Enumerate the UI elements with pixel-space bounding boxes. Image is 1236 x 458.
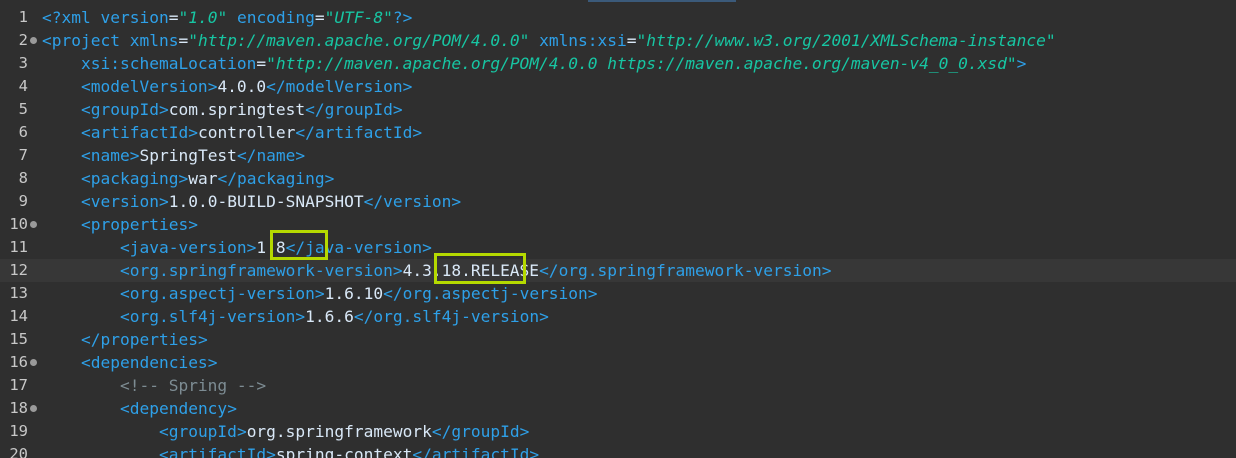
code-text: <java-version>1.8</java-version> [119, 238, 432, 257]
code-text: <packaging>war</packaging> [80, 169, 335, 188]
code-line[interactable]: 20 <artifactId>spring-context</artifactI… [0, 443, 1236, 458]
fold-toggle-icon[interactable] [30, 221, 37, 228]
line-number: 16 [9, 353, 28, 371]
code-line[interactable]: 3 xsi:schemaLocation="http://maven.apach… [0, 52, 1236, 75]
line-number: 4 [18, 77, 28, 95]
code-line[interactable]: 11 <java-version>1.8</java-version> [0, 236, 1236, 259]
code-line[interactable]: 17 <!-- Spring --> [0, 374, 1236, 397]
line-number: 8 [18, 169, 28, 187]
code-line[interactable]: 16 <dependencies> [0, 351, 1236, 374]
line-number: 17 [9, 376, 28, 394]
line-number: 2 [18, 31, 28, 49]
code-text: <org.aspectj-version>1.6.10</org.aspectj… [119, 284, 598, 303]
line-number: 19 [9, 422, 28, 440]
code-line[interactable]: 10 <properties> [0, 213, 1236, 236]
code-line[interactable]: 14 <org.slf4j-version>1.6.6</org.slf4j-v… [0, 305, 1236, 328]
line-number: 13 [9, 284, 28, 302]
code-editor[interactable]: 1 <?xml version="1.0" encoding="UTF-8"?> 2… [0, 0, 1236, 458]
code-text: <artifactId>spring-context</artifactId> [158, 445, 540, 458]
code-line[interactable]: 15 </properties> [0, 328, 1236, 351]
line-number: 18 [9, 399, 28, 417]
line-number: 9 [18, 192, 28, 210]
code-text: <artifactId>controller</artifactId> [80, 123, 423, 142]
code-line[interactable]: 9 <version>1.0.0-BUILD-SNAPSHOT</version… [0, 190, 1236, 213]
code-line[interactable]: 19 <groupId>org.springframework</groupId… [0, 420, 1236, 443]
code-text: <version>1.0.0-BUILD-SNAPSHOT</version> [80, 192, 462, 211]
code-text: <?xml version="1.0" encoding="UTF-8"?> [42, 8, 413, 27]
code-line[interactable]: 13 <org.aspectj-version>1.6.10</org.aspe… [0, 282, 1236, 305]
code-line[interactable]: 6 <artifactId>controller</artifactId> [0, 121, 1236, 144]
line-number: 20 [9, 445, 28, 458]
code-text: <groupId>org.springframework</groupId> [158, 422, 530, 441]
fold-toggle-icon[interactable] [30, 359, 37, 366]
code-line[interactable]: 5 <groupId>com.springtest</groupId> [0, 98, 1236, 121]
line-number: 15 [9, 330, 28, 348]
line-number: 12 [9, 261, 28, 279]
code-line[interactable]: 7 <name>SpringTest</name> [0, 144, 1236, 167]
line-number: 3 [18, 54, 28, 72]
line-number: 7 [18, 146, 28, 164]
code-text: <org.springframework-version>4.3.18.RELE… [119, 261, 832, 280]
active-tab-indicator [588, 0, 736, 2]
code-text: <dependencies> [80, 353, 218, 372]
code-text: <name>SpringTest</name> [80, 146, 306, 165]
code-line[interactable]: 8 <packaging>war</packaging> [0, 167, 1236, 190]
code-text: <project xmlns="http://maven.apache.org/… [42, 31, 1056, 50]
code-line[interactable]: 1 <?xml version="1.0" encoding="UTF-8"?> [0, 6, 1236, 29]
code-line[interactable]: 4 <modelVersion>4.0.0</modelVersion> [0, 75, 1236, 98]
code-text: </properties> [80, 330, 208, 349]
line-number: 5 [18, 100, 28, 118]
code-text: <modelVersion>4.0.0</modelVersion> [80, 77, 413, 96]
code-text: <properties> [80, 215, 198, 234]
fold-toggle-icon[interactable] [30, 405, 37, 412]
code-text: <groupId>com.springtest</groupId> [80, 100, 403, 119]
line-number: 10 [9, 215, 28, 233]
fold-toggle-icon[interactable] [30, 37, 37, 44]
code-line[interactable]: 2 <project xmlns="http://maven.apache.org… [0, 29, 1236, 52]
code-text: <!-- Spring --> [119, 376, 267, 395]
line-number: 1 [18, 8, 28, 26]
code-text: <dependency> [119, 399, 237, 418]
line-number: 11 [9, 238, 28, 256]
code-line[interactable]: 18 <dependency> [0, 397, 1236, 420]
code-line[interactable]: 12 <org.springframework-version>4.3.18.R… [0, 259, 1236, 282]
code-text: <org.slf4j-version>1.6.6</org.slf4j-vers… [119, 307, 549, 326]
line-number: 6 [18, 123, 28, 141]
line-number: 14 [9, 307, 28, 325]
code-text: xsi:schemaLocation="http://maven.apache.… [80, 54, 1027, 73]
